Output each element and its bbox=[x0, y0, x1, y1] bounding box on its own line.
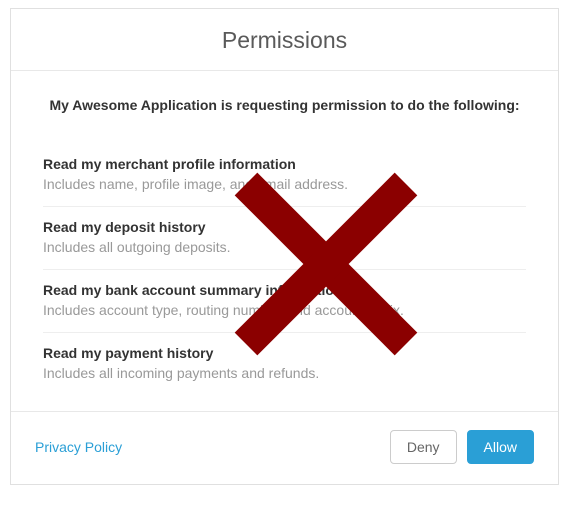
permission-title: Read my payment history bbox=[43, 345, 526, 361]
permission-title: Read my bank account summary information bbox=[43, 282, 526, 298]
permission-description: Includes all outgoing deposits. bbox=[43, 239, 526, 255]
permission-item: Read my deposit history Includes all out… bbox=[43, 207, 526, 270]
allow-button[interactable]: Allow bbox=[467, 430, 534, 464]
permission-description: Includes account type, routing number, a… bbox=[43, 302, 526, 318]
footer-buttons: Deny Allow bbox=[390, 430, 534, 464]
privacy-policy-link[interactable]: Privacy Policy bbox=[35, 439, 122, 455]
modal-header: Permissions bbox=[11, 9, 558, 71]
modal-footer: Privacy Policy Deny Allow bbox=[11, 411, 558, 484]
permission-item: Read my payment history Includes all inc… bbox=[43, 333, 526, 395]
permissions-list: Read my merchant profile information Inc… bbox=[43, 144, 526, 395]
permissions-modal: Permissions My Awesome Application is re… bbox=[10, 8, 559, 485]
modal-body: My Awesome Application is requesting per… bbox=[11, 71, 558, 411]
permission-description: Includes name, profile image, and email … bbox=[43, 176, 526, 192]
permission-title: Read my merchant profile information bbox=[43, 156, 526, 172]
permission-title: Read my deposit history bbox=[43, 219, 526, 235]
deny-button[interactable]: Deny bbox=[390, 430, 457, 464]
permission-request-text: My Awesome Application is requesting per… bbox=[43, 95, 526, 116]
permission-description: Includes all incoming payments and refun… bbox=[43, 365, 526, 381]
request-suffix: is requesting permission to do the follo… bbox=[217, 97, 520, 113]
permission-item: Read my bank account summary information… bbox=[43, 270, 526, 333]
app-name: My Awesome Application bbox=[49, 97, 217, 113]
modal-title: Permissions bbox=[11, 27, 558, 54]
permission-item: Read my merchant profile information Inc… bbox=[43, 144, 526, 207]
